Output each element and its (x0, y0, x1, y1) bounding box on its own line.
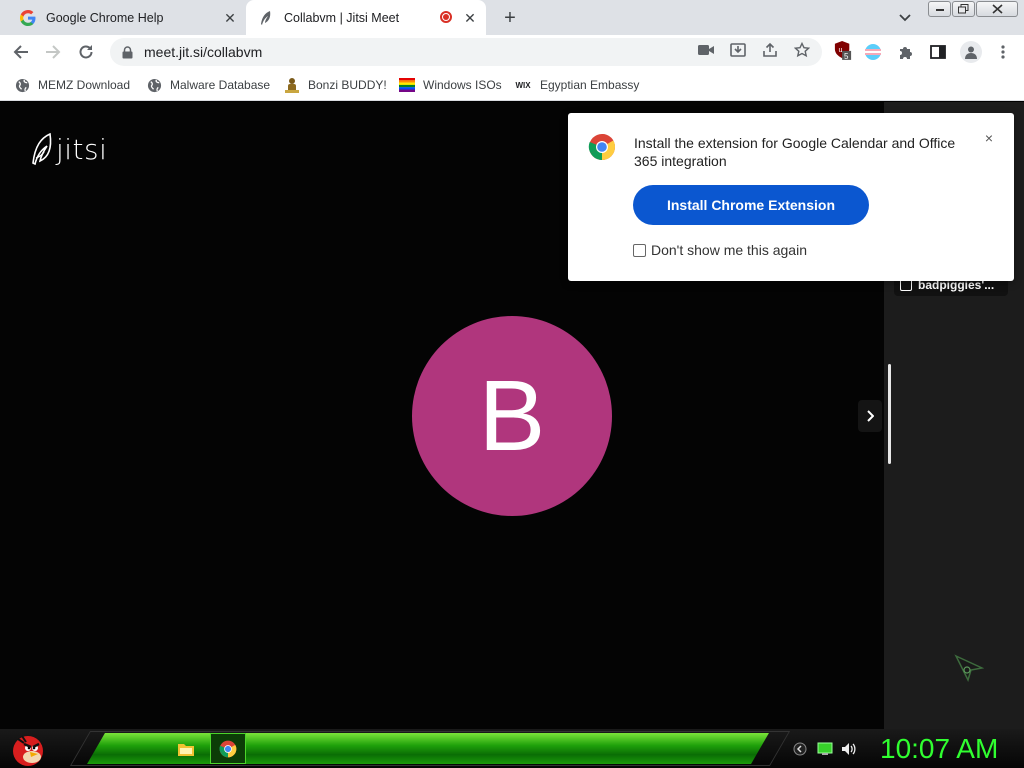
dont-show-checkbox[interactable] (633, 243, 646, 257)
svg-text:u: u (839, 45, 843, 54)
extension-badge: 5 (844, 52, 849, 61)
file-explorer-taskbar-button[interactable] (168, 733, 204, 764)
lock-icon[interactable] (120, 45, 134, 59)
taskbar: 10:07 AM (0, 729, 1024, 768)
tray-arrow-icon[interactable] (792, 741, 808, 757)
bookmark-label: MEMZ Download (38, 78, 131, 92)
bookmark-egyptian-embassy[interactable]: WIX Egyptian Embassy (514, 76, 639, 94)
profile-avatar-icon[interactable] (960, 41, 982, 63)
new-tab-button[interactable]: + (498, 6, 522, 30)
bookmark-label: Bonzi BUDDY! (308, 78, 387, 92)
tab-jitsi-meet[interactable]: Collabvm | Jitsi Meet ✕ (246, 0, 486, 35)
bookmark-malware-database[interactable]: Malware Database (146, 76, 270, 94)
restore-button[interactable] (952, 1, 975, 17)
tab-title: Collabvm | Jitsi Meet (284, 10, 400, 25)
trans-flag-extension-icon[interactable] (864, 43, 882, 61)
folder-icon (178, 743, 194, 756)
share-icon[interactable] (761, 41, 779, 59)
filmstrip-scrollbar[interactable] (888, 364, 891, 464)
bookmark-memz-download[interactable]: MEMZ Download (14, 76, 130, 94)
tab-title: Google Chrome Help (46, 10, 164, 25)
bookmark-label: Windows ISOs (423, 78, 502, 92)
volume-icon[interactable] (841, 741, 857, 757)
dont-show-label: Don't show me this again (651, 242, 807, 258)
rainbow-flag-icon (399, 77, 415, 93)
minimize-button[interactable] (928, 1, 951, 17)
chevron-right-icon (867, 410, 874, 422)
close-tab-icon[interactable]: ✕ (462, 10, 478, 26)
participant-avatar: B (412, 316, 612, 516)
camera-icon[interactable] (697, 41, 715, 59)
forward-arrow-icon[interactable] (41, 40, 65, 64)
install-app-icon[interactable] (729, 41, 747, 59)
chevron-down-icon[interactable] (895, 8, 915, 28)
recording-indicator-icon (440, 11, 452, 23)
tab-strip: Google Chrome Help ✕ Collabvm | Jitsi Me… (0, 0, 1024, 35)
ublock-extension-icon[interactable]: u 5 (834, 41, 852, 61)
jitsi-feather-icon (258, 10, 274, 26)
install-chrome-extension-button[interactable]: Install Chrome Extension (633, 185, 869, 225)
wix-icon: WIX (515, 80, 531, 90)
mouse-cursor-icon (954, 654, 984, 682)
bookmarks-bar: MEMZ Download Malware Database Bonzi BUD… (0, 69, 1024, 101)
close-tab-icon[interactable]: ✕ (222, 10, 238, 26)
bookmark-label: Malware Database (170, 78, 271, 92)
kebab-menu-icon[interactable] (994, 43, 1012, 61)
start-button-angry-bird-icon[interactable] (6, 729, 50, 768)
browser-toolbar: meet.jit.si/collabvm u 5 (0, 35, 1024, 69)
jitsi-logo: jitsi (30, 132, 107, 166)
close-icon[interactable]: × (982, 130, 996, 146)
bonzi-icon (284, 77, 300, 93)
side-panel-icon[interactable] (929, 43, 947, 61)
back-arrow-icon[interactable] (9, 40, 33, 64)
bookmark-star-icon[interactable] (793, 41, 811, 59)
close-window-button[interactable] (976, 1, 1018, 17)
puzzle-icon[interactable] (897, 43, 915, 61)
chrome-taskbar-button[interactable] (210, 733, 246, 764)
reload-icon[interactable] (74, 40, 98, 64)
bookmark-windows-isos[interactable]: Windows ISOs (399, 76, 502, 94)
bookmark-bonzi-buddy[interactable]: Bonzi BUDDY! (284, 76, 387, 94)
globe-icon (14, 77, 30, 93)
address-bar[interactable]: meet.jit.si/collabvm (110, 38, 822, 66)
filmstrip-toggle-button[interactable] (858, 400, 882, 432)
globe-icon (146, 77, 162, 93)
chrome-icon (219, 740, 237, 757)
jitsi-logo-text: jitsi (56, 132, 108, 166)
popup-message: Install the extension for Google Calenda… (634, 135, 956, 169)
dont-show-again-option[interactable]: Don't show me this again (633, 242, 807, 258)
google-g-icon (20, 9, 36, 26)
tab-google-chrome-help[interactable]: Google Chrome Help ✕ (8, 0, 246, 35)
network-icon[interactable] (817, 741, 833, 757)
taskbar-clock[interactable]: 10:07 AM (880, 733, 998, 765)
chrome-logo-icon (588, 133, 616, 160)
chrome-extension-popup: Install the extension for Google Calenda… (568, 113, 1014, 281)
url-text: meet.jit.si/collabvm (144, 44, 263, 60)
jitsi-logo-icon (32, 132, 52, 166)
bookmark-label: Egyptian Embassy (540, 78, 640, 92)
